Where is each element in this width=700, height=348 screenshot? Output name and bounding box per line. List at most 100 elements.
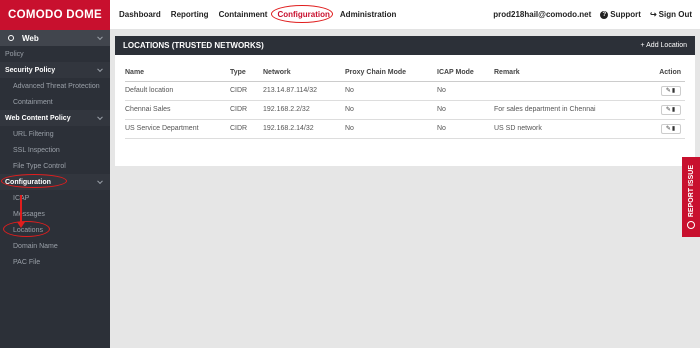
sidebar-item-advanced-threat[interactable]: Advanced Threat Protection [0, 78, 110, 94]
sidebar-item-label: Policy [5, 50, 24, 58]
table-row[interactable]: Default location CIDR 213.14.87.114/32 N… [125, 81, 685, 101]
trash-icon[interactable]: ▮ [672, 88, 676, 94]
signout-icon: ↪ [649, 10, 657, 19]
cell-network: 192.168.2.2/32 [263, 100, 345, 120]
annotation-arrow [20, 195, 22, 225]
panel-title: LOCATIONS (TRUSTED NETWORKS) [123, 41, 264, 50]
sidebar-item-ssl-inspection[interactable]: SSL Inspection [0, 142, 110, 158]
col-type: Type [230, 65, 263, 82]
signout-label: Sign Out [658, 10, 692, 19]
col-icap-mode: ICAP Mode [437, 65, 494, 82]
add-location-button[interactable]: + Add Location [640, 42, 687, 49]
cell-proxy: No [345, 119, 437, 139]
trash-icon[interactable]: ▮ [672, 126, 676, 132]
panel-header: LOCATIONS (TRUSTED NETWORKS) + Add Locat… [115, 36, 695, 55]
main-nav: Dashboard Reporting Containment Configur… [119, 5, 406, 23]
logo[interactable]: COMODO DOME [0, 0, 110, 30]
cell-action: ✎▮ [634, 100, 685, 120]
support-link[interactable]: ? Support [600, 10, 641, 19]
cell-type: CIDR [230, 119, 263, 139]
cell-name: US Service Department [125, 119, 230, 139]
chevron-down-icon [97, 178, 103, 185]
cell-type: CIDR [230, 100, 263, 120]
cell-type: CIDR [230, 81, 263, 101]
help-icon: ? [600, 10, 609, 19]
annotation-arrow-head [17, 222, 25, 228]
sidebar-item-url-filtering[interactable]: URL Filtering [0, 126, 110, 142]
sidebar-web[interactable]: Web [0, 30, 110, 46]
edit-delete-buttons[interactable]: ✎▮ [661, 85, 681, 96]
cell-action: ✎▮ [634, 119, 685, 139]
edit-delete-buttons[interactable]: ✎▮ [661, 104, 681, 115]
sidebar-item-icap[interactable]: ICAP [0, 190, 110, 206]
info-icon [687, 221, 695, 230]
sidebar-item-messages[interactable]: Messages [0, 206, 110, 222]
cell-icap: No [437, 100, 494, 120]
nav-administration[interactable]: Administration [340, 10, 396, 19]
col-network: Network [263, 65, 345, 82]
cell-action: ✎▮ [634, 81, 685, 101]
table-row[interactable]: Chennai Sales CIDR 192.168.2.2/32 No No … [125, 100, 685, 120]
sidebar-item-label: Messages [13, 210, 45, 218]
sidebar-item-label: Domain Name [13, 242, 58, 250]
cell-remark: For sales department in Chennai [494, 100, 634, 120]
trash-icon[interactable]: ▮ [672, 107, 676, 113]
logo-text: COMODO DOME [7, 9, 103, 21]
nav-configuration[interactable]: Configuration [271, 5, 334, 23]
sidebar-item-pac-file[interactable]: PAC File [0, 254, 110, 270]
cell-proxy: No [345, 81, 437, 101]
col-action: Action [634, 65, 685, 82]
support-label: Support [610, 10, 641, 19]
highlight-circle [3, 221, 50, 237]
chevron-down-icon [97, 34, 103, 41]
user-nav: prod218hail@comodo.net ? Support ↪ Sign … [493, 10, 692, 19]
cell-network: 213.14.87.114/32 [263, 81, 345, 101]
cell-name: Chennai Sales [125, 100, 230, 120]
globe-icon [8, 35, 14, 41]
sidebar-web-label: Web [22, 33, 39, 43]
sidebar-item-label: Containment [13, 98, 53, 106]
sidebar-item-domain-name[interactable]: Domain Name [0, 238, 110, 254]
sidebar-item-label: File Type Control [13, 162, 66, 170]
user-email[interactable]: prod218hail@comodo.net [493, 10, 591, 19]
sidebar-item-file-type-control[interactable]: File Type Control [0, 158, 110, 174]
sidebar-item-label: Advanced Threat Protection [13, 82, 100, 90]
sidebar-item-configuration[interactable]: Configuration [0, 174, 110, 190]
main-content: LOCATIONS (TRUSTED NETWORKS) + Add Locat… [110, 30, 700, 348]
sidebar-item-label: Security Policy [5, 66, 56, 74]
edit-delete-buttons[interactable]: ✎▮ [661, 123, 681, 134]
cell-name: Default location [125, 81, 230, 101]
sidebar-item-label: Web Content Policy [5, 114, 71, 122]
locations-table: Name Type Network Proxy Chain Mode ICAP … [125, 65, 685, 139]
cell-icap: No [437, 119, 494, 139]
cell-remark [494, 81, 634, 101]
highlight-circle [1, 174, 67, 188]
sidebar-item-label: SSL Inspection [13, 146, 60, 154]
cell-icap: No [437, 81, 494, 101]
cell-proxy: No [345, 100, 437, 120]
nav-dashboard[interactable]: Dashboard [119, 10, 161, 19]
table-row[interactable]: US Service Department CIDR 192.168.2.14/… [125, 119, 685, 139]
sidebar: Web Policy Security Policy Advanced Thre… [0, 30, 110, 348]
sidebar-item-label: PAC File [13, 258, 41, 266]
signout-link[interactable]: ↪ Sign Out [650, 10, 692, 19]
sidebar-item-label: URL Filtering [13, 130, 54, 138]
report-issue-label: REPORT ISSUE [687, 164, 695, 218]
col-name: Name [125, 65, 230, 82]
chevron-down-icon [97, 114, 103, 121]
nav-reporting[interactable]: Reporting [171, 10, 209, 19]
top-bar: COMODO DOME Dashboard Reporting Containm… [0, 0, 700, 30]
sidebar-item-security-policy[interactable]: Security Policy [0, 62, 110, 78]
sidebar-item-containment[interactable]: Containment [0, 94, 110, 110]
sidebar-item-web-content-policy[interactable]: Web Content Policy [0, 110, 110, 126]
nav-containment[interactable]: Containment [219, 10, 268, 19]
chevron-down-icon [97, 66, 103, 73]
col-remark: Remark [494, 65, 634, 82]
cell-network: 192.168.2.14/32 [263, 119, 345, 139]
sidebar-item-policy[interactable]: Policy [0, 46, 110, 62]
cell-remark: US SD network [494, 119, 634, 139]
table-header-row: Name Type Network Proxy Chain Mode ICAP … [125, 65, 685, 82]
locations-panel: LOCATIONS (TRUSTED NETWORKS) + Add Locat… [115, 36, 695, 166]
report-issue-tab[interactable]: REPORT ISSUE [682, 157, 700, 237]
col-proxy-chain: Proxy Chain Mode [345, 65, 437, 82]
